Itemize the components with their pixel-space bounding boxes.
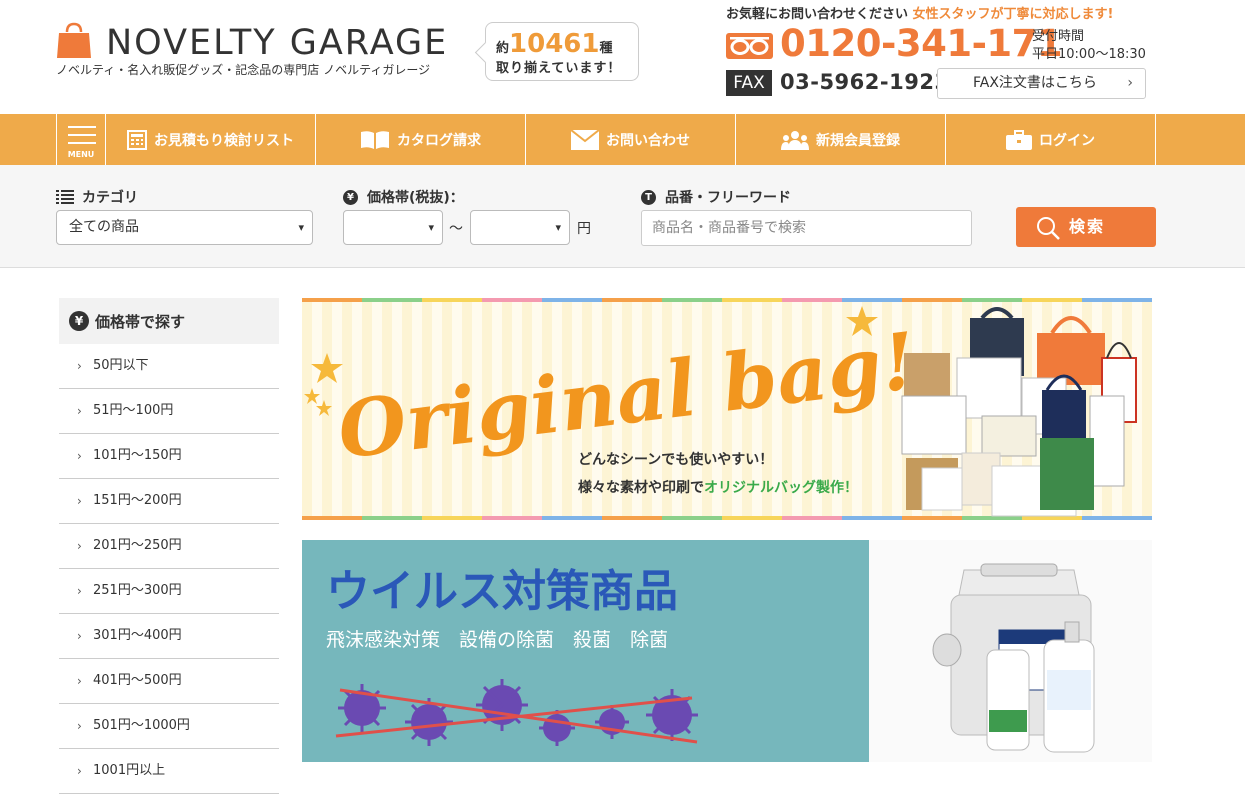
fax-badge: FAX [726, 70, 772, 96]
free-dial-icon [726, 33, 773, 59]
search-icon [1037, 217, 1060, 240]
original-bag-banner[interactable]: Original bag! どんなシーンでも使いやすい！ 様々な素材や印刷でオリ… [302, 298, 1152, 520]
nav-contact-label: お問い合わせ [606, 132, 690, 149]
price-tilde: 〜 [449, 221, 463, 237]
product-count-bubble: 約10461種 取り揃えています！ [485, 22, 639, 81]
chevron-down-icon: ▾ [555, 221, 561, 234]
nav-quote-list[interactable]: お見積もり検討リスト [106, 114, 316, 165]
fax-order-form-button[interactable]: FAX注文書はこちら › [937, 68, 1146, 99]
mail-icon [571, 129, 599, 150]
hours-value: 平日10:00〜18:30 [1032, 47, 1146, 62]
count-caption: 取り揃えています！ [496, 61, 622, 76]
nav-login-label: ログイン [1039, 132, 1095, 149]
chevron-right-icon: › [77, 359, 82, 373]
users-icon [781, 130, 809, 150]
chevron-right-icon: › [77, 584, 82, 598]
briefcase-icon [1006, 129, 1032, 150]
contact-message: お気軽にお問い合わせください 女性スタッフが丁寧に対応します! [726, 3, 1113, 22]
price-label: ¥ 価格帯(税抜)： [343, 187, 464, 207]
phone-number[interactable]: 0120-341-171 [780, 22, 1063, 65]
nav-login[interactable]: ログイン [946, 114, 1156, 165]
search-button-label: 検索 [1069, 217, 1106, 236]
sanitizer-product-photo-art [869, 540, 1152, 762]
category-select[interactable]: 全ての商品 ▾ [56, 210, 313, 245]
nav-contact[interactable]: お問い合わせ [526, 114, 736, 165]
hours-label: 受付時間 [1032, 29, 1085, 44]
fax-number: 03-5962-1923 [780, 70, 950, 94]
nav-catalog-request[interactable]: カタログ請求 [316, 114, 526, 165]
price-to-select[interactable]: ▾ [470, 210, 570, 245]
chevron-down-icon: ▾ [298, 221, 304, 234]
chevron-right-icon: › [1127, 75, 1133, 91]
chevron-down-icon: ▾ [428, 221, 434, 234]
nav-register[interactable]: 新規会員登録 [736, 114, 946, 165]
count-suffix: 種 [599, 41, 613, 56]
banner-line2-highlight: オリジナルバッグ製作！ [704, 479, 858, 496]
category-label: カテゴリ [56, 187, 138, 207]
sidebar-price-item[interactable]: › 151円〜200円 [59, 479, 279, 524]
virus-banner-title: ウイルス対策商品 [326, 566, 678, 617]
list-icon [56, 190, 74, 204]
sidebar-price-item[interactable]: › 501円〜1000円 [59, 704, 279, 749]
book-icon [361, 130, 389, 149]
sidebar-price-item[interactable]: › 101円〜150円 [59, 434, 279, 479]
yen-icon: ¥ [69, 311, 89, 331]
main-nav: MENU お見積もり検討リスト カタログ請求 お問い合わせ 新規会員登録 ログイ… [0, 114, 1245, 165]
sidebar-price-item[interactable]: › 251円〜300円 [59, 569, 279, 614]
chevron-right-icon: › [77, 764, 82, 778]
site-logo[interactable]: NOVELTY GARAGE [106, 22, 448, 64]
chevron-right-icon: › [77, 674, 82, 688]
sidebar-price-item[interactable]: › 1001円以上 [59, 749, 279, 794]
fax-order-form-label: FAX注文書はこちら [973, 75, 1097, 91]
virus-protection-banner[interactable]: ウイルス対策商品 飛沫感染対策 設備の除菌 殺菌 除菌 [302, 540, 869, 762]
product-count: 10461 [509, 29, 600, 59]
chevron-right-icon: › [77, 494, 82, 508]
category-value: 全ての商品 [69, 219, 139, 235]
sidebar-price-item[interactable]: › 50円以下 [59, 344, 279, 389]
chevron-right-icon: › [77, 404, 82, 418]
shopping-bag-logo-icon[interactable] [56, 22, 92, 58]
hamburger-icon [68, 126, 96, 128]
sidebar-price-item[interactable]: › 301円〜400円 [59, 614, 279, 659]
nav-catalog-request-label: カタログ請求 [397, 132, 481, 149]
chevron-right-icon: › [77, 629, 82, 643]
sanitizer-product-photo[interactable] [869, 540, 1152, 762]
sidebar-price-item[interactable]: › 201円〜250円 [59, 524, 279, 569]
contact-lead: お気軽にお問い合わせください [726, 7, 909, 22]
keyword-search-input[interactable]: 商品名・商品番号で検索 [641, 210, 972, 246]
sidebar-price-item[interactable]: › 51円〜100円 [59, 389, 279, 434]
search-button[interactable]: 検索 [1016, 207, 1156, 247]
keyword-label: T 品番・フリーワード [641, 187, 791, 207]
chevron-right-icon: › [77, 539, 82, 553]
virus-icon [338, 679, 698, 746]
sidebar-price-item[interactable]: › 401円〜500円 [59, 659, 279, 704]
search-panel: カテゴリ 全ての商品 ▾ ¥ 価格帯(税抜)： ▾ 〜 ▾ 円 T 品番・フリー… [0, 165, 1245, 268]
nav-register-label: 新規会員登録 [816, 132, 900, 149]
business-hours: 受付時間 平日10:00〜18:30 [1032, 28, 1146, 64]
banner-line1: どんなシーンでも使いやすい！ [578, 451, 773, 468]
virus-protection-banner-art: ウイルス対策商品 飛沫感染対策 設備の除菌 殺菌 除菌 [326, 566, 698, 746]
original-bag-banner-art: Original bag! どんなシーンでも使いやすい！ 様々な素材や印刷でオリ… [302, 298, 1152, 520]
t-icon: T [641, 189, 656, 205]
chevron-right-icon: › [77, 719, 82, 733]
virus-banner-subtitle: 飛沫感染対策 設備の除菌 殺菌 除菌 [326, 629, 668, 651]
site-header: NOVELTY GARAGE ノベルティ・名入れ販促グッズ・記念品の専門店 ノベ… [0, 0, 1245, 114]
calculator-icon [127, 129, 147, 150]
banner-line2-prefix: 様々な素材や印刷で [578, 479, 704, 496]
sidebar-title: ¥ 価格帯で探す [59, 298, 279, 344]
count-prefix: 約 [496, 41, 510, 56]
svg-text:様々な素材や印刷でオリジナルバッグ製作！: 様々な素材や印刷でオリジナルバッグ製作！ [578, 479, 858, 496]
price-unit: 円 [577, 221, 591, 237]
yen-icon: ¥ [343, 189, 358, 205]
price-from-select[interactable]: ▾ [343, 210, 443, 245]
chevron-right-icon: › [77, 449, 82, 463]
menu-label: MENU [67, 150, 95, 159]
site-tagline: ノベルティ・名入れ販促グッズ・記念品の専門店 ノベルティガレージ [56, 63, 431, 77]
menu-button[interactable]: MENU [56, 114, 106, 165]
nav-quote-list-label: お見積もり検討リスト [154, 132, 294, 149]
contact-highlight: 女性スタッフが丁寧に対応します! [912, 7, 1114, 22]
